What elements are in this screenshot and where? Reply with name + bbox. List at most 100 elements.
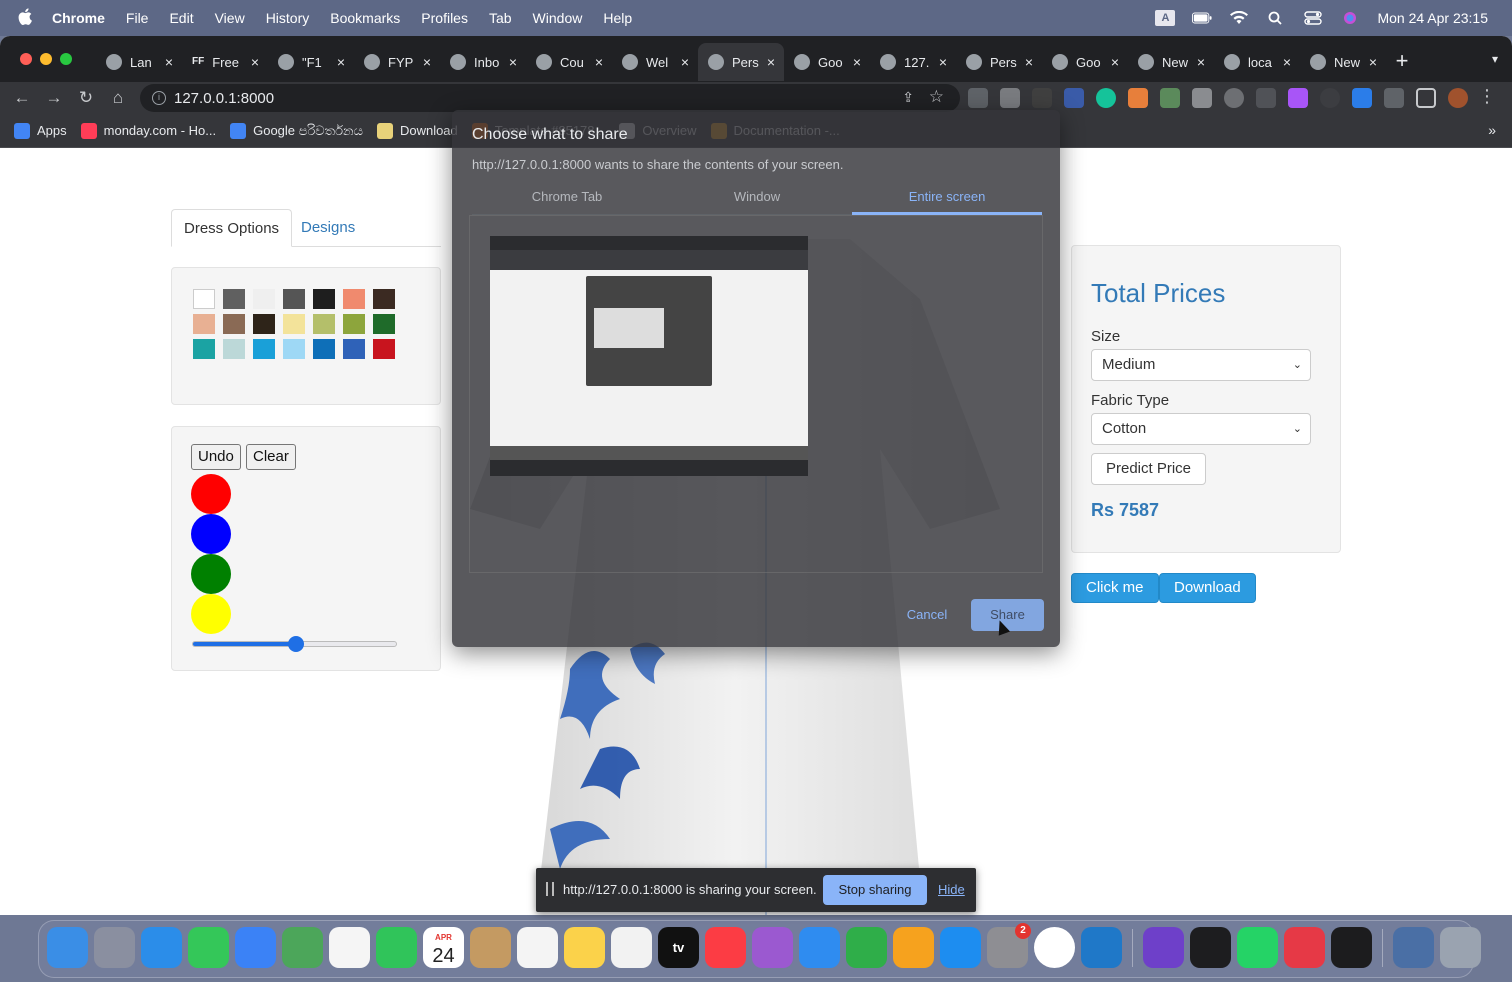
- extension-v-icon[interactable]: [1352, 88, 1372, 108]
- menu-view[interactable]: View: [215, 10, 245, 26]
- reload-icon[interactable]: ↻: [74, 86, 98, 110]
- close-tab-icon[interactable]: ×: [850, 54, 864, 70]
- browser-tab[interactable]: Goo ×: [1042, 43, 1128, 81]
- home-icon[interactable]: ⌂: [106, 86, 130, 110]
- maps-icon[interactable]: [282, 927, 323, 968]
- browser-tab[interactable]: "F1 ×: [268, 43, 354, 81]
- extension-cloud-icon[interactable]: [1000, 88, 1020, 108]
- extension-w-icon[interactable]: [1224, 88, 1244, 108]
- browser-tab[interactable]: loca ×: [1214, 43, 1300, 81]
- menu-window[interactable]: Window: [533, 10, 583, 26]
- extension-orange-icon[interactable]: [1128, 88, 1148, 108]
- messages-icon[interactable]: [188, 927, 229, 968]
- apple-tv-icon[interactable]: tv: [658, 927, 699, 968]
- contacts-icon[interactable]: [470, 927, 511, 968]
- close-tab-icon[interactable]: ×: [506, 54, 520, 70]
- close-tab-icon[interactable]: ×: [764, 54, 778, 70]
- system-settings-icon[interactable]: 2: [987, 923, 1031, 968]
- close-tab-icon[interactable]: ×: [1280, 54, 1294, 70]
- share-page-icon[interactable]: ⇪: [902, 89, 914, 106]
- close-tab-icon[interactable]: ×: [592, 54, 606, 70]
- back-icon[interactable]: ←: [10, 86, 34, 110]
- photos-icon[interactable]: [329, 927, 370, 968]
- menu-app-name[interactable]: Chrome: [52, 10, 105, 26]
- mail-icon[interactable]: [235, 927, 276, 968]
- browser-tab[interactable]: FYP ×: [354, 43, 440, 81]
- pages-icon[interactable]: [893, 927, 934, 968]
- trash-icon[interactable]: [1440, 927, 1481, 968]
- close-tab-icon[interactable]: ×: [678, 54, 692, 70]
- site-info-icon[interactable]: i: [152, 91, 166, 105]
- menu-profiles[interactable]: Profiles: [421, 10, 468, 26]
- entire-screen-thumbnail[interactable]: [490, 236, 808, 476]
- close-tab-icon[interactable]: ×: [1022, 54, 1036, 70]
- zoom-window-button[interactable]: [60, 53, 72, 65]
- close-tab-icon[interactable]: ×: [936, 54, 950, 70]
- browser-tab[interactable]: Pers ×: [698, 43, 784, 81]
- extension-pdf-icon[interactable]: [1064, 88, 1084, 108]
- music-icon[interactable]: [705, 927, 746, 968]
- minimize-window-button[interactable]: [40, 53, 52, 65]
- activity-monitor-icon[interactable]: [1190, 927, 1231, 968]
- facetime-icon[interactable]: [376, 927, 417, 968]
- chrome-icon[interactable]: [1034, 927, 1075, 968]
- extension-camera-icon[interactable]: [1192, 88, 1212, 108]
- bookmark-item[interactable]: monday.com - Ho...: [80, 122, 216, 139]
- tab-search-chevron-icon[interactable]: ▾: [1492, 52, 1498, 66]
- close-window-button[interactable]: [20, 53, 32, 65]
- notes-icon[interactable]: [564, 927, 605, 968]
- vscode-icon[interactable]: [1081, 927, 1122, 968]
- close-tab-icon[interactable]: ×: [334, 54, 348, 70]
- bookmarks-overflow-icon[interactable]: »: [1488, 122, 1496, 138]
- spotlight-search-icon[interactable]: [1266, 11, 1286, 25]
- forward-icon[interactable]: →: [42, 86, 66, 110]
- browser-tab[interactable]: New ×: [1128, 43, 1214, 81]
- close-tab-icon[interactable]: ×: [248, 54, 262, 70]
- browser-tab[interactable]: 127. ×: [870, 43, 956, 81]
- extension-m-icon[interactable]: [1032, 88, 1052, 108]
- extension-dark-icon[interactable]: [1320, 88, 1340, 108]
- menu-tab[interactable]: Tab: [489, 10, 512, 26]
- downloads-folder-icon[interactable]: [1393, 927, 1434, 968]
- menu-edit[interactable]: Edit: [169, 10, 193, 26]
- browser-tab[interactable]: Wel ×: [612, 43, 698, 81]
- input-source-icon[interactable]: A: [1155, 10, 1176, 26]
- launchpad-icon[interactable]: [94, 927, 135, 968]
- keynote-icon[interactable]: [799, 927, 840, 968]
- github-desktop-icon[interactable]: [1143, 927, 1184, 968]
- address-bar[interactable]: i 127.0.0.1:8000 ⇪ ☆: [140, 84, 960, 112]
- browser-tab[interactable]: Goo ×: [784, 43, 870, 81]
- extension-bird-icon[interactable]: [1256, 88, 1276, 108]
- control-center-icon[interactable]: [1303, 11, 1323, 25]
- close-tab-icon[interactable]: ×: [162, 54, 176, 70]
- browser-tab[interactable]: FF Free ×: [182, 43, 268, 81]
- close-tab-icon[interactable]: ×: [1108, 54, 1122, 70]
- whatsapp-icon[interactable]: [1237, 927, 1278, 968]
- app-store-icon[interactable]: [940, 927, 981, 968]
- side-panel-icon[interactable]: [1416, 88, 1436, 108]
- battery-icon[interactable]: [1192, 11, 1213, 25]
- profile-avatar[interactable]: [1448, 88, 1468, 108]
- extension-purple-icon[interactable]: [1288, 88, 1308, 108]
- menu-history[interactable]: History: [266, 10, 310, 26]
- close-tab-icon[interactable]: ×: [1366, 54, 1380, 70]
- bookmark-item[interactable]: Google පරිවර්තනය: [230, 122, 363, 139]
- stop-sharing-button[interactable]: Stop sharing: [823, 875, 927, 905]
- close-tab-icon[interactable]: ×: [420, 54, 434, 70]
- menu-help[interactable]: Help: [603, 10, 632, 26]
- cancel-button[interactable]: Cancel: [894, 600, 960, 630]
- bookmark-star-icon[interactable]: ☆: [929, 87, 944, 107]
- terminal-icon[interactable]: [1331, 927, 1372, 968]
- menu-clock[interactable]: Mon 24 Apr 23:15: [1377, 10, 1488, 26]
- reminders-icon[interactable]: [517, 927, 558, 968]
- anydesk-icon[interactable]: [1284, 927, 1325, 968]
- calendar-icon[interactable]: APR 24: [423, 927, 464, 968]
- podcasts-icon[interactable]: [752, 927, 793, 968]
- extensions-puzzle-icon[interactable]: [1384, 88, 1404, 108]
- new-tab-icon[interactable]: +: [1386, 43, 1418, 81]
- tab-window[interactable]: Window: [662, 182, 852, 215]
- extension-grammarly-icon[interactable]: [1096, 88, 1116, 108]
- chrome-menu-icon[interactable]: ⋮: [1478, 86, 1496, 107]
- extension-sheet-icon[interactable]: [1160, 88, 1180, 108]
- freeform-icon[interactable]: [611, 927, 652, 968]
